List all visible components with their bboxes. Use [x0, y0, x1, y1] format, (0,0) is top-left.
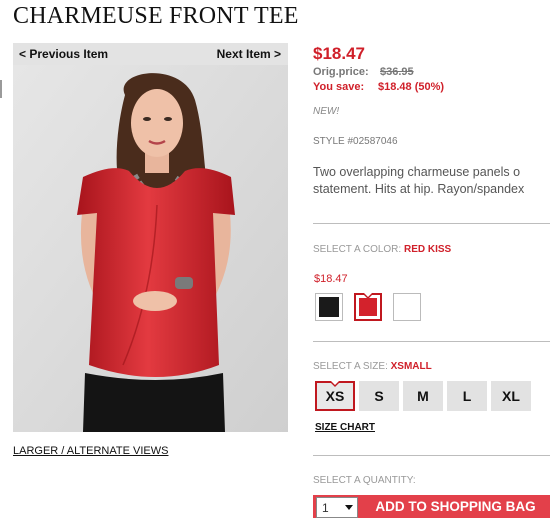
- color-label-text: SELECT A COLOR:: [313, 244, 402, 255]
- savings-label: You save:: [313, 81, 365, 93]
- size-chart-link[interactable]: SIZE CHART: [315, 422, 375, 433]
- size-option-l[interactable]: L: [447, 381, 487, 411]
- savings-value: $18.48 (50%): [378, 81, 445, 93]
- previous-item-link[interactable]: < Previous Item: [19, 47, 108, 61]
- size-option-xs[interactable]: XS: [315, 381, 355, 411]
- size-option-xl[interactable]: XL: [491, 381, 531, 411]
- size-label-text: SELECT A SIZE:: [313, 361, 388, 372]
- image-nav-bar: < Previous Item Next Item >: [13, 43, 288, 65]
- original-price-label: Orig.price:: [313, 66, 369, 78]
- size-option-m[interactable]: M: [403, 381, 443, 411]
- size-select-label: SELECT A SIZE: XSMALL: [313, 361, 432, 372]
- next-item-link[interactable]: Next Item >: [217, 47, 281, 61]
- selected-size-name: XSMALL: [390, 361, 432, 372]
- description-line: statement. Hits at hip. Rayon/spandex: [313, 182, 525, 196]
- quantity-select-label: SELECT A QUANTITY:: [313, 475, 416, 486]
- quantity-select[interactable]: 1: [316, 497, 358, 518]
- alternate-views-link[interactable]: LARGER / ALTERNATE VIEWS: [13, 445, 168, 457]
- savings-row: You save: $18.48 (50%): [313, 81, 444, 93]
- add-to-bag-button[interactable]: ADD TO SHOPPING BAG: [361, 495, 550, 518]
- size-option-s[interactable]: S: [359, 381, 399, 411]
- color-select-label: SELECT A COLOR: RED KISS: [313, 244, 451, 255]
- color-swatch-white[interactable]: [393, 293, 421, 321]
- color-swatch-red-kiss[interactable]: [354, 293, 382, 321]
- color-swatch-black[interactable]: [315, 293, 343, 321]
- swatch-price: $18.47: [314, 273, 348, 285]
- model-illustration: [13, 65, 288, 432]
- quantity-value: 1: [322, 501, 329, 515]
- swatch-fill: [359, 298, 377, 316]
- sale-price: $18.47: [313, 44, 365, 63]
- description-line: Two overlapping charmeuse panels o: [313, 165, 521, 179]
- product-description: Two overlapping charmeuse panels o state…: [313, 164, 550, 200]
- style-number: STYLE #02587046: [313, 136, 398, 147]
- swatch-fill: [319, 297, 339, 317]
- new-badge: NEW!: [313, 106, 340, 117]
- chevron-down-icon: [345, 505, 353, 510]
- product-title: CHARMEUSE FRONT TEE: [13, 3, 299, 29]
- original-price-value: $36.95: [380, 66, 414, 78]
- divider: [313, 341, 550, 342]
- selected-color-name: RED KISS: [403, 244, 452, 255]
- swatch-fill: [397, 297, 417, 317]
- scroll-indicator: [0, 80, 2, 98]
- original-price-row: Orig.price: $36.95: [313, 66, 414, 78]
- product-photo[interactable]: [13, 65, 288, 432]
- divider: [313, 455, 550, 456]
- divider: [313, 223, 550, 224]
